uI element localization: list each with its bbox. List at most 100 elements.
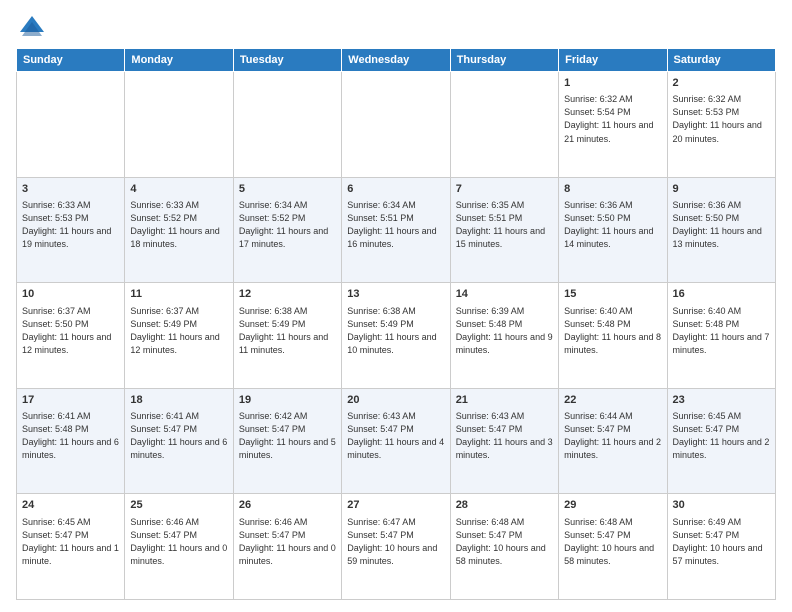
calendar-cell: 4 Sunrise: 6:33 AM Sunset: 5:52 PM Daylig… (125, 177, 233, 283)
day-info: Sunrise: 6:48 AM Sunset: 5:47 PM Dayligh… (456, 516, 553, 568)
calendar-cell: 13Sunrise: 6:38 AM Sunset: 5:49 PM Dayli… (342, 283, 450, 389)
day-info: Sunrise: 6:46 AM Sunset: 5:47 PM Dayligh… (130, 516, 227, 568)
day-info: Sunrise: 6:32 AM Sunset: 5:53 PM Dayligh… (673, 93, 770, 145)
calendar-cell: 8 Sunrise: 6:36 AM Sunset: 5:50 PM Daylig… (559, 177, 667, 283)
week-row-0: 1 Sunrise: 6:32 AM Sunset: 5:54 PM Daylig… (17, 72, 776, 178)
day-number: 1 (564, 76, 661, 91)
day-number: 25 (130, 498, 227, 513)
calendar-cell: 1 Sunrise: 6:32 AM Sunset: 5:54 PM Daylig… (559, 72, 667, 178)
calendar-cell: 6Sunrise: 6:34 AM Sunset: 5:51 PM Daylig… (342, 177, 450, 283)
day-info: Sunrise: 6:35 AM Sunset: 5:51 PM Dayligh… (456, 199, 553, 251)
calendar-cell: 5 Sunrise: 6:34 AM Sunset: 5:52 PM Daylig… (233, 177, 341, 283)
day-info: Sunrise: 6:37 AM Sunset: 5:49 PM Dayligh… (130, 305, 227, 357)
day-number: 13 (347, 287, 444, 302)
day-number: 23 (673, 393, 770, 408)
calendar-cell: 30Sunrise: 6:49 AM Sunset: 5:47 PM Dayli… (667, 494, 775, 600)
day-number: 9 (673, 182, 770, 197)
calendar-cell: 28 Sunrise: 6:48 AM Sunset: 5:47 PM Dayli… (450, 494, 558, 600)
day-info: Sunrise: 6:41 AM Sunset: 5:47 PM Dayligh… (130, 410, 227, 462)
day-info: Sunrise: 6:44 AM Sunset: 5:47 PM Dayligh… (564, 410, 661, 462)
calendar-cell: 11 Sunrise: 6:37 AM Sunset: 5:49 PM Dayli… (125, 283, 233, 389)
week-row-3: 17 Sunrise: 6:41 AM Sunset: 5:48 PM Dayli… (17, 388, 776, 494)
header (16, 12, 776, 40)
day-number: 2 (673, 76, 770, 91)
calendar-table: SundayMondayTuesdayWednesdayThursdayFrid… (16, 48, 776, 600)
calendar-cell: 7 Sunrise: 6:35 AM Sunset: 5:51 PM Daylig… (450, 177, 558, 283)
day-info: Sunrise: 6:43 AM Sunset: 5:47 PM Dayligh… (456, 410, 553, 462)
day-info: Sunrise: 6:34 AM Sunset: 5:52 PM Dayligh… (239, 199, 336, 251)
week-row-2: 10 Sunrise: 6:37 AM Sunset: 5:50 PM Dayli… (17, 283, 776, 389)
calendar-cell: 9Sunrise: 6:36 AM Sunset: 5:50 PM Daylig… (667, 177, 775, 283)
day-number: 16 (673, 287, 770, 302)
day-info: Sunrise: 6:42 AM Sunset: 5:47 PM Dayligh… (239, 410, 336, 462)
weekday-header-monday: Monday (125, 49, 233, 72)
day-number: 19 (239, 393, 336, 408)
calendar-cell: 20Sunrise: 6:43 AM Sunset: 5:47 PM Dayli… (342, 388, 450, 494)
day-info: Sunrise: 6:39 AM Sunset: 5:48 PM Dayligh… (456, 305, 553, 357)
calendar-cell: 3Sunrise: 6:33 AM Sunset: 5:53 PM Daylig… (17, 177, 125, 283)
day-info: Sunrise: 6:32 AM Sunset: 5:54 PM Dayligh… (564, 93, 661, 145)
day-info: Sunrise: 6:43 AM Sunset: 5:47 PM Dayligh… (347, 410, 444, 462)
calendar-cell: 23 Sunrise: 6:45 AM Sunset: 5:47 PM Dayli… (667, 388, 775, 494)
calendar-cell: 10 Sunrise: 6:37 AM Sunset: 5:50 PM Dayli… (17, 283, 125, 389)
day-info: Sunrise: 6:45 AM Sunset: 5:47 PM Dayligh… (22, 516, 119, 568)
calendar-cell: 16 Sunrise: 6:40 AM Sunset: 5:48 PM Dayli… (667, 283, 775, 389)
calendar-cell: 2 Sunrise: 6:32 AM Sunset: 5:53 PM Daylig… (667, 72, 775, 178)
day-number: 15 (564, 287, 661, 302)
calendar-cell: 22Sunrise: 6:44 AM Sunset: 5:47 PM Dayli… (559, 388, 667, 494)
day-number: 27 (347, 498, 444, 513)
week-row-4: 24Sunrise: 6:45 AM Sunset: 5:47 PM Dayli… (17, 494, 776, 600)
day-info: Sunrise: 6:33 AM Sunset: 5:52 PM Dayligh… (130, 199, 227, 251)
calendar-cell: 27 Sunrise: 6:47 AM Sunset: 5:47 PM Dayli… (342, 494, 450, 600)
calendar-cell (342, 72, 450, 178)
page: SundayMondayTuesdayWednesdayThursdayFrid… (0, 0, 792, 612)
calendar-cell: 14 Sunrise: 6:39 AM Sunset: 5:48 PM Dayli… (450, 283, 558, 389)
weekday-header-wednesday: Wednesday (342, 49, 450, 72)
calendar-cell: 12Sunrise: 6:38 AM Sunset: 5:49 PM Dayli… (233, 283, 341, 389)
calendar-cell: 17 Sunrise: 6:41 AM Sunset: 5:48 PM Dayli… (17, 388, 125, 494)
calendar-cell (17, 72, 125, 178)
day-number: 7 (456, 182, 553, 197)
logo-icon (16, 12, 44, 40)
day-number: 11 (130, 287, 227, 302)
day-number: 4 (130, 182, 227, 197)
day-info: Sunrise: 6:37 AM Sunset: 5:50 PM Dayligh… (22, 305, 119, 357)
weekday-header-thursday: Thursday (450, 49, 558, 72)
day-info: Sunrise: 6:48 AM Sunset: 5:47 PM Dayligh… (564, 516, 661, 568)
day-info: Sunrise: 6:40 AM Sunset: 5:48 PM Dayligh… (564, 305, 661, 357)
day-number: 8 (564, 182, 661, 197)
day-info: Sunrise: 6:36 AM Sunset: 5:50 PM Dayligh… (564, 199, 661, 251)
calendar-cell: 24Sunrise: 6:45 AM Sunset: 5:47 PM Dayli… (17, 494, 125, 600)
day-info: Sunrise: 6:45 AM Sunset: 5:47 PM Dayligh… (673, 410, 770, 462)
weekday-header-row: SundayMondayTuesdayWednesdayThursdayFrid… (17, 49, 776, 72)
day-number: 10 (22, 287, 119, 302)
day-info: Sunrise: 6:47 AM Sunset: 5:47 PM Dayligh… (347, 516, 444, 568)
day-info: Sunrise: 6:46 AM Sunset: 5:47 PM Dayligh… (239, 516, 336, 568)
calendar-cell: 15 Sunrise: 6:40 AM Sunset: 5:48 PM Dayli… (559, 283, 667, 389)
calendar-cell: 21 Sunrise: 6:43 AM Sunset: 5:47 PM Dayli… (450, 388, 558, 494)
day-number: 6 (347, 182, 444, 197)
calendar-cell (450, 72, 558, 178)
calendar-cell: 25 Sunrise: 6:46 AM Sunset: 5:47 PM Dayli… (125, 494, 233, 600)
calendar-cell: 26 Sunrise: 6:46 AM Sunset: 5:47 PM Dayli… (233, 494, 341, 600)
day-info: Sunrise: 6:38 AM Sunset: 5:49 PM Dayligh… (239, 305, 336, 357)
day-number: 17 (22, 393, 119, 408)
day-number: 21 (456, 393, 553, 408)
day-number: 3 (22, 182, 119, 197)
day-number: 30 (673, 498, 770, 513)
week-row-1: 3Sunrise: 6:33 AM Sunset: 5:53 PM Daylig… (17, 177, 776, 283)
day-number: 14 (456, 287, 553, 302)
weekday-header-friday: Friday (559, 49, 667, 72)
calendar-cell: 29Sunrise: 6:48 AM Sunset: 5:47 PM Dayli… (559, 494, 667, 600)
day-number: 26 (239, 498, 336, 513)
logo (16, 12, 48, 40)
calendar-cell: 19 Sunrise: 6:42 AM Sunset: 5:47 PM Dayli… (233, 388, 341, 494)
day-info: Sunrise: 6:40 AM Sunset: 5:48 PM Dayligh… (673, 305, 770, 357)
calendar-cell (233, 72, 341, 178)
day-number: 5 (239, 182, 336, 197)
day-number: 28 (456, 498, 553, 513)
day-info: Sunrise: 6:41 AM Sunset: 5:48 PM Dayligh… (22, 410, 119, 462)
calendar-cell (125, 72, 233, 178)
calendar-cell: 18 Sunrise: 6:41 AM Sunset: 5:47 PM Dayli… (125, 388, 233, 494)
day-number: 18 (130, 393, 227, 408)
